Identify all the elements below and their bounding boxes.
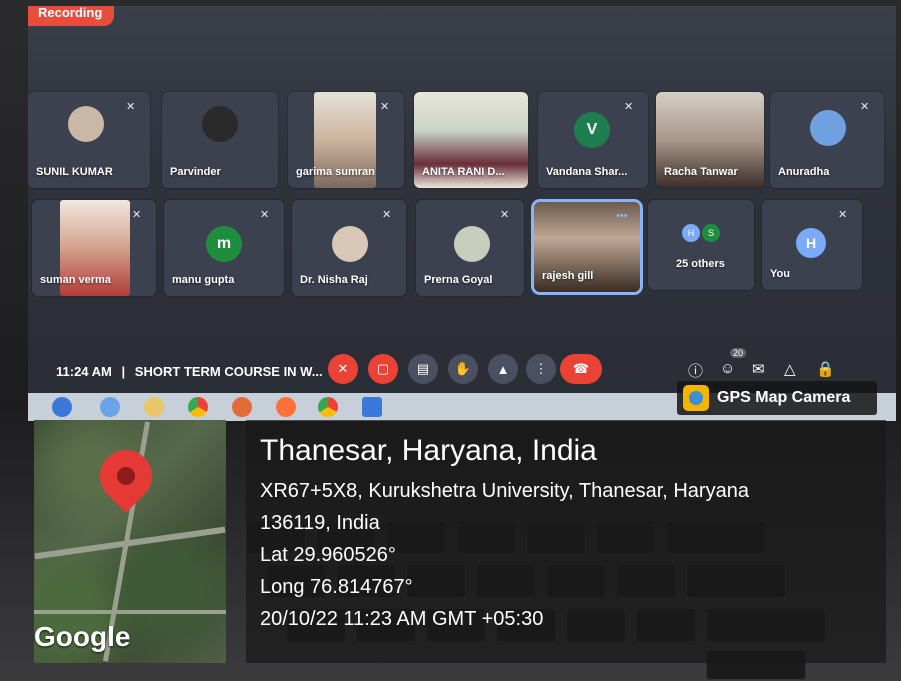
participant-name: ANITA RANI D... [422, 166, 505, 178]
activities-icon[interactable]: △ [784, 360, 796, 378]
avatar-letter: H [805, 235, 817, 251]
participant-name: Dr. Nisha Raj [300, 274, 368, 286]
avatar: V [574, 112, 610, 148]
avatar: m [206, 226, 242, 262]
participant-tile[interactable]: ✕ Anuradha [770, 92, 884, 188]
participant-name: Parvinder [170, 166, 221, 178]
gps-camera-label: GPS Map Camera [717, 389, 851, 406]
participant-name: SUNIL KUMAR [36, 166, 113, 178]
avatar: H [796, 228, 826, 258]
participant-name: Anuradha [778, 166, 830, 178]
people-icon[interactable]: ☺ [720, 360, 735, 377]
participant-tile[interactable]: Racha Tanwar [656, 92, 764, 188]
longitude: Long 76.814767° [260, 576, 413, 598]
participant-tile[interactable]: ANITA RANI D... [414, 92, 528, 188]
avatar-letter: S [702, 224, 720, 242]
avatar-letter: m [216, 235, 232, 252]
avatar [454, 226, 490, 262]
participant-tile[interactable]: Parvinder [162, 92, 278, 188]
place-name: Thanesar, Haryana, India [260, 434, 597, 467]
participant-tile-active[interactable]: ••• rajesh gill [534, 202, 640, 292]
address-line: XR67+5X8, Kurukshetra University, Thanes… [260, 480, 749, 502]
participant-name: Vandana Shar... [546, 166, 628, 178]
mic-off-icon: ✕ [624, 101, 634, 113]
mic-off-icon: ✕ [126, 101, 136, 113]
google-logo: Google [34, 621, 131, 652]
mic-off-icon: ✕ [380, 101, 390, 113]
avatar-letter: V [586, 121, 598, 138]
firefox-icon[interactable] [276, 397, 296, 417]
participant-tile[interactable]: m ✕ manu gupta [164, 200, 284, 296]
end-call-icon[interactable]: ☎ [560, 354, 602, 384]
mic-off-icon: ✕ [500, 209, 510, 221]
media-icon[interactable] [232, 397, 252, 417]
participant-tile[interactable]: ✕ SUNIL KUMAR [28, 92, 150, 188]
participant-tile[interactable]: ✕ Prerna Goyal [416, 200, 524, 296]
avatar [810, 110, 846, 146]
mic-off-icon: ✕ [860, 101, 870, 113]
chrome-icon[interactable] [188, 397, 208, 417]
chat-icon[interactable]: ✉ [752, 360, 765, 378]
others-avatars: H S [682, 224, 720, 242]
participant-name: 25 others [676, 258, 725, 270]
location-info-panel: Thanesar, Haryana, India XR67+5X8, Kuruk… [246, 420, 886, 663]
map-road [34, 610, 226, 614]
app-icon[interactable] [362, 397, 382, 417]
gps-camera-logo-icon [683, 385, 709, 411]
participant-name: suman verma [40, 274, 111, 286]
info-icon[interactable]: ⓘ [688, 360, 703, 381]
app-icon[interactable] [100, 397, 120, 417]
participant-name: rajesh gill [542, 270, 594, 282]
avatar-letter: H [682, 224, 700, 242]
more-icon[interactable]: ⋮ [526, 354, 556, 384]
host-controls-icon[interactable]: 🔒 [816, 360, 835, 378]
participant-name: Racha Tanwar [664, 166, 738, 178]
people-count-badge: 20 [730, 348, 747, 358]
location-pin-icon [89, 439, 163, 513]
participant-tile[interactable]: ✕ Dr. Nisha Raj [292, 200, 406, 296]
mic-off-icon[interactable]: ✕ [328, 354, 358, 384]
recording-label: Recording [38, 6, 103, 20]
participant-tile-self[interactable]: H ✕ You [762, 200, 862, 290]
laptop-photo: Recording ✕ SUNIL KUMAR Parvinder ✕ gari… [0, 0, 901, 681]
mic-off-icon: ✕ [382, 209, 392, 221]
satellite-map: Google [34, 420, 226, 663]
speaking-icon: ••• [616, 210, 628, 222]
avatar [202, 106, 238, 142]
mic-off-icon: ✕ [260, 209, 270, 221]
meeting-details: 11:24 AM | SHORT TERM COURSE IN W... [56, 364, 323, 379]
chrome-icon[interactable] [318, 397, 338, 417]
avatar [332, 226, 368, 262]
meet-screen: Recording ✕ SUNIL KUMAR Parvinder ✕ gari… [28, 6, 896, 416]
meeting-title: SHORT TERM COURSE IN W... [134, 364, 323, 379]
participant-name: Prerna Goyal [424, 274, 493, 286]
avatar [68, 106, 104, 142]
mic-off-icon: ✕ [838, 209, 848, 221]
participant-tile[interactable]: V ✕ Vandana Shar... [538, 92, 648, 188]
latitude: Lat 29.960526° [260, 544, 396, 566]
folder-icon[interactable] [144, 397, 164, 417]
meeting-time: 11:24 AM [56, 364, 112, 379]
start-icon[interactable] [52, 397, 72, 417]
participant-name: garima sumran [296, 166, 375, 178]
address-line: 136119, India [260, 512, 380, 534]
recording-badge: Recording [28, 6, 114, 26]
camera-off-icon[interactable]: ▢ [368, 354, 398, 384]
gps-camera-badge: GPS Map Camera [677, 381, 877, 415]
captions-icon[interactable]: ▤ [408, 354, 438, 384]
participant-name: You [770, 268, 790, 280]
separator: | [121, 364, 126, 379]
present-icon[interactable]: ▲ [488, 354, 518, 384]
participant-tile-others[interactable]: H S 25 others [648, 200, 754, 290]
participant-tile[interactable]: ✕ garima sumran [288, 92, 404, 188]
raise-hand-icon[interactable]: ✋ [448, 354, 478, 384]
participant-tile[interactable]: ✕ suman verma [32, 200, 156, 296]
participant-name: manu gupta [172, 274, 235, 286]
datetime: 20/10/22 11:23 AM GMT +05:30 [260, 608, 544, 630]
mic-off-icon: ✕ [132, 209, 142, 221]
